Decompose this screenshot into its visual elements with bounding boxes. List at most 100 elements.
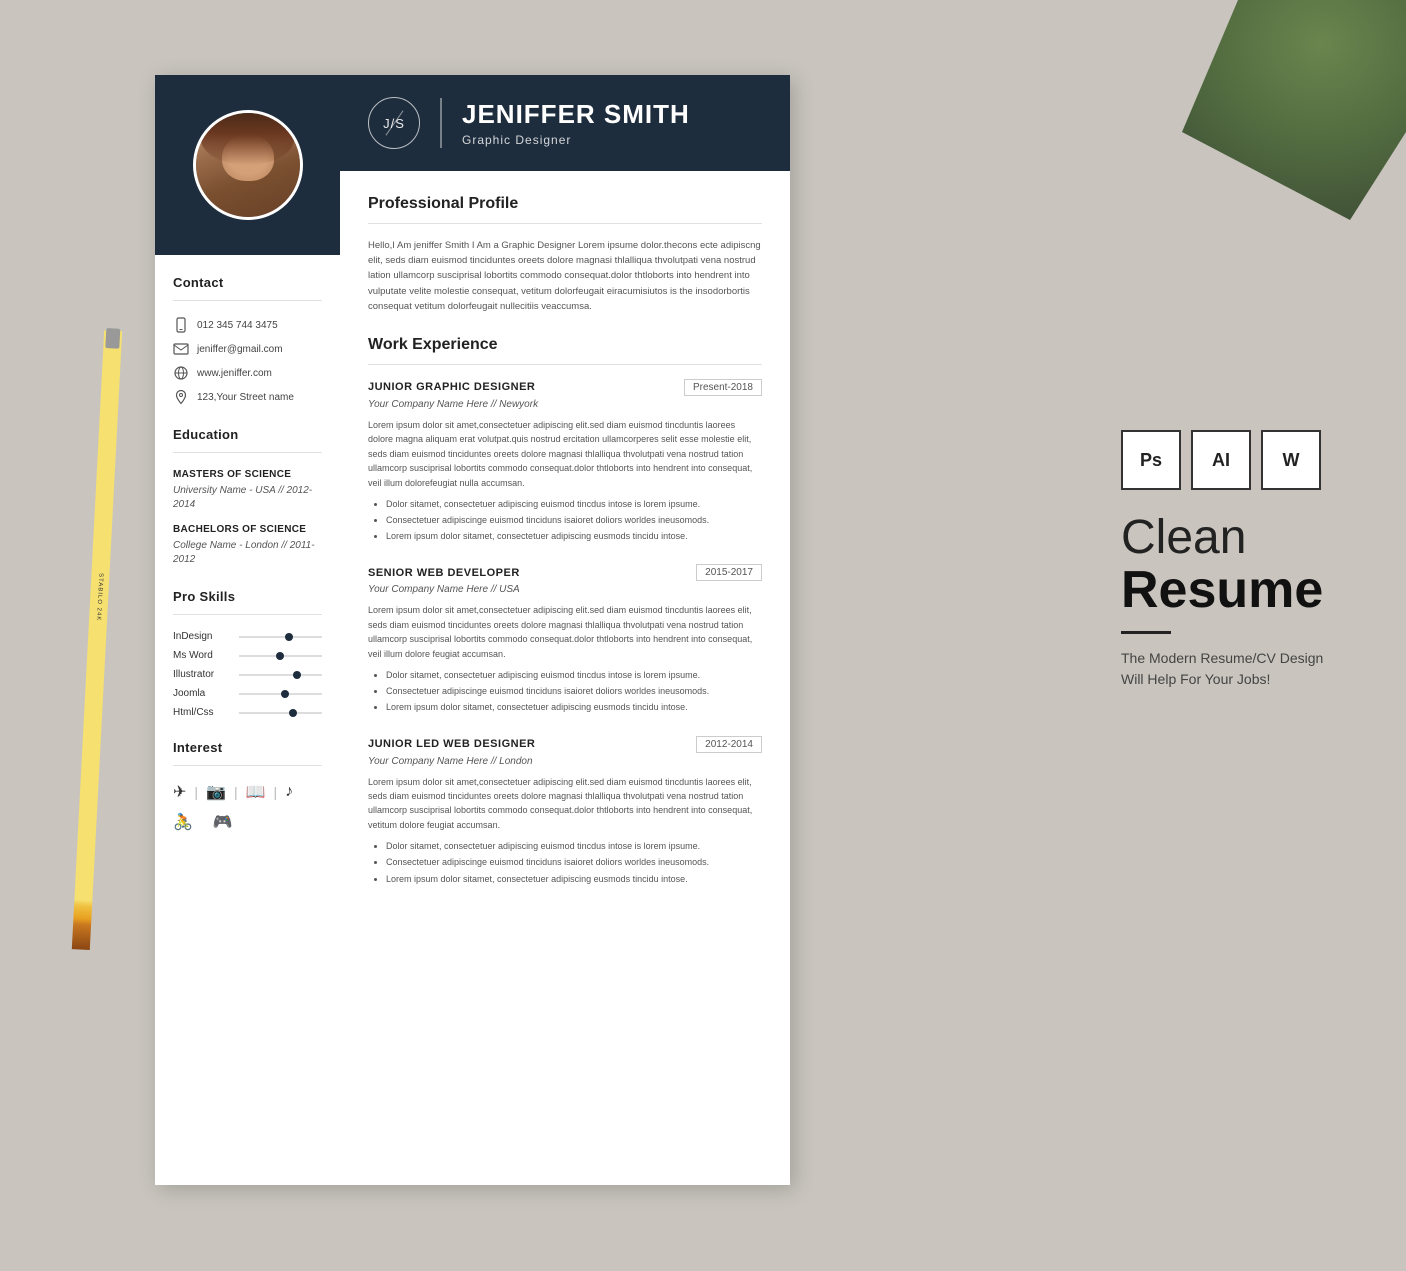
contact-address-item: 123,Your Street name [173, 389, 322, 405]
monogram-circle: J/S [368, 97, 420, 149]
promo-headline1: Clean [1121, 514, 1246, 562]
bullet-3-1: Dolor sitamet, consectetuer adipiscing e… [386, 838, 762, 854]
profile-text: Hello,I Am jeniffer Smith I Am a Graphic… [368, 238, 762, 314]
education-entry-2: BACHELORS OF SCIENCE College Name - Lond… [173, 524, 322, 567]
skill-row-4: Joomla [173, 688, 322, 699]
work-bullets-3: Dolor sitamet, consectetuer adipiscing e… [368, 838, 762, 887]
bike-icon: 🚴 [173, 812, 193, 832]
tool-ps-label: Ps [1140, 450, 1162, 471]
phone-text: 012 345 744 3475 [197, 320, 278, 331]
resume-card: Contact 012 345 744 3475 jeniffer@gmail.… [155, 75, 790, 1185]
interests-section: Interest ✈ | 📷 | 📖 | ♪ 🚴 🎮 [173, 740, 322, 832]
work-header-2: SENIOR WEB DEVELOPER 2015-2017 [368, 564, 762, 581]
contact-section: Contact 012 345 744 3475 jeniffer@gmail.… [173, 275, 322, 405]
skills-section: Pro Skills InDesign Ms Word Illustrator … [173, 589, 322, 718]
skill-bar-3 [239, 674, 322, 676]
work-entry-3: JUNIOR LED WEB DESIGNER 2012-2014 Your C… [368, 736, 762, 887]
promo-block: Ps AI W Clean Resume The Modern Resume/C… [1121, 430, 1341, 690]
work-title-2: SENIOR WEB DEVELOPER [368, 567, 520, 579]
degree-2: BACHELORS OF SCIENCE [173, 524, 322, 535]
skill-name-2: Ms Word [173, 650, 231, 661]
promo-tagline: The Modern Resume/CV Design Will Help Fo… [1121, 648, 1341, 690]
school-2: College Name - London // 2011-2012 [173, 539, 322, 567]
email-text: jeniffer@gmail.com [197, 344, 283, 355]
website-text: www.jeniffer.com [197, 368, 272, 379]
bullet-2-2: Consectetuer adipiscinge euismod tincidu… [386, 683, 762, 699]
tool-w-label: W [1283, 450, 1300, 471]
contact-email-item: jeniffer@gmail.com [173, 341, 322, 357]
sidebar-content: Contact 012 345 744 3475 jeniffer@gmail.… [155, 255, 340, 874]
education-entry-1: MASTERS OF SCIENCE University Name - USA… [173, 469, 322, 512]
education-divider [173, 452, 322, 453]
work-desc-2: Lorem ipsum dolor sit amet,consectetuer … [368, 603, 762, 661]
education-title: Education [173, 427, 322, 442]
interests-icons-row-2: 🚴 🎮 [173, 812, 322, 832]
header-job-title: Graphic Designer [462, 133, 690, 147]
contact-website-item: www.jeniffer.com [173, 365, 322, 381]
work-section-title: Work Experience [368, 336, 762, 354]
tool-badges: Ps AI W [1121, 430, 1321, 490]
school-1: University Name - USA // 2012-2014 [173, 484, 322, 512]
work-date-3: 2012-2014 [696, 736, 762, 753]
tool-badge-w: W [1261, 430, 1321, 490]
airplane-icon: ✈ [173, 782, 186, 802]
skill-dot-5 [289, 709, 297, 717]
work-divider [368, 364, 762, 365]
contact-phone-item: 012 345 744 3475 [173, 317, 322, 333]
header-name: JENIFFER SMITH [462, 99, 690, 130]
bullet-2-3: Lorem ipsum dolor sitamet, consectetuer … [386, 699, 762, 715]
bullet-3-3: Lorem ipsum dolor sitamet, consectetuer … [386, 871, 762, 887]
degree-1: MASTERS OF SCIENCE [173, 469, 322, 480]
bullet-1-2: Consectetuer adipiscinge euismod tincidu… [386, 512, 762, 528]
location-icon [173, 389, 189, 405]
profile-divider [368, 223, 762, 224]
skill-dot-3 [293, 671, 301, 679]
contact-divider [173, 300, 322, 301]
main-body: Professional Profile Hello,I Am jeniffer… [340, 171, 790, 1185]
work-entry-2: SENIOR WEB DEVELOPER 2015-2017 Your Comp… [368, 564, 762, 715]
bullet-1-1: Dolor sitamet, consectetuer adipiscing e… [386, 496, 762, 512]
skills-divider [173, 614, 322, 615]
work-entry-1: JUNIOR GRAPHIC DESIGNER Present-2018 You… [368, 379, 762, 545]
interests-title: Interest [173, 740, 322, 755]
work-company-2: Your Company Name Here // USA [368, 584, 762, 595]
work-header-1: JUNIOR GRAPHIC DESIGNER Present-2018 [368, 379, 762, 396]
skill-name-4: Joomla [173, 688, 231, 699]
skill-row-1: InDesign [173, 631, 322, 642]
sidebar-header [155, 75, 340, 255]
tool-badge-ai: AI [1191, 430, 1251, 490]
avatar [193, 110, 303, 220]
skill-dot-4 [281, 690, 289, 698]
bullet-3-2: Consectetuer adipiscinge euismod tincidu… [386, 854, 762, 870]
header-name-block: JENIFFER SMITH Graphic Designer [462, 99, 690, 147]
work-title-1: JUNIOR GRAPHIC DESIGNER [368, 381, 535, 393]
skill-bar-4 [239, 693, 322, 695]
skill-name-1: InDesign [173, 631, 231, 642]
globe-icon [173, 365, 189, 381]
tool-badge-ps: Ps [1121, 430, 1181, 490]
work-desc-3: Lorem ipsum dolor sit amet,consectetuer … [368, 775, 762, 833]
skill-name-3: Illustrator [173, 669, 231, 680]
promo-rule [1121, 631, 1171, 634]
bullet-1-3: Lorem ipsum dolor sitamet, consectetuer … [386, 528, 762, 544]
header-divider [440, 98, 442, 148]
promo-headline2: Resume [1121, 562, 1323, 619]
skill-bar-5 [239, 712, 322, 714]
bullet-2-1: Dolor sitamet, consectetuer adipiscing e… [386, 667, 762, 683]
work-bullets-2: Dolor sitamet, consectetuer adipiscing e… [368, 667, 762, 716]
work-date-2: 2015-2017 [696, 564, 762, 581]
contact-title: Contact [173, 275, 322, 290]
pencil-brand-text: STABILO 24K [97, 573, 104, 589]
main-content: J/S JENIFFER SMITH Graphic Designer Prof… [340, 75, 790, 1185]
sidebar: Contact 012 345 744 3475 jeniffer@gmail.… [155, 75, 340, 1185]
skill-name-5: Html/Css [173, 707, 231, 718]
skill-bar-2 [239, 655, 322, 657]
work-bullets-1: Dolor sitamet, consectetuer adipiscing e… [368, 496, 762, 545]
skill-row-2: Ms Word [173, 650, 322, 661]
skills-title: Pro Skills [173, 589, 322, 604]
gamepad-icon: 🎮 [213, 812, 233, 832]
phone-icon [173, 317, 189, 333]
avatar-image [196, 113, 300, 217]
interests-divider [173, 765, 322, 766]
work-title-3: JUNIOR LED WEB DESIGNER [368, 738, 535, 750]
